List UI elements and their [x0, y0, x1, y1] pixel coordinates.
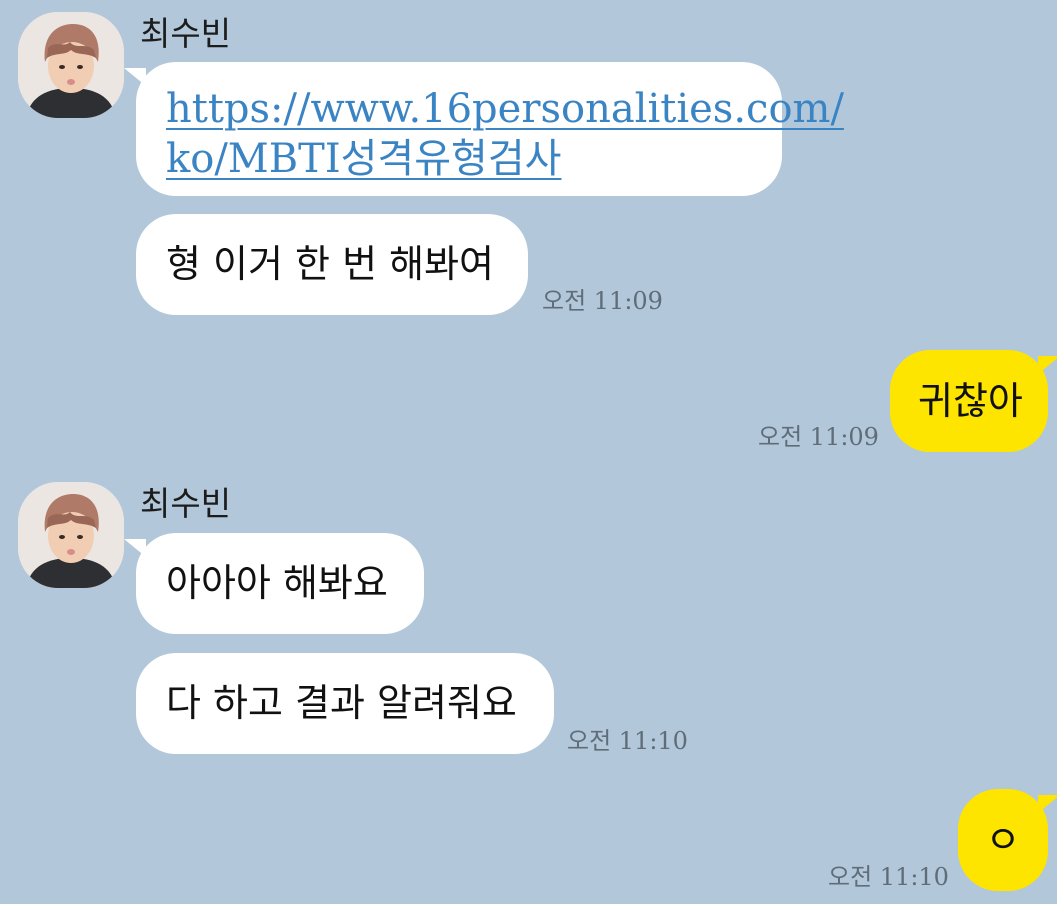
message-text: 아아아 해봐요	[166, 561, 388, 605]
sender-avatar[interactable]	[18, 482, 124, 588]
message-timestamp: 오전 11:10	[828, 863, 949, 891]
my-message-bubble[interactable]: ㅇ	[958, 789, 1057, 891]
message-timestamp: 오전 11:09	[758, 423, 879, 451]
message-text: 다 하고 결과 알려줘요	[166, 681, 517, 725]
message-timestamp: 오전 11:09	[542, 287, 663, 315]
message-text: 형 이거 한 번 해봐여	[166, 242, 494, 286]
bubble-tail	[124, 539, 146, 557]
message-link[interactable]: https://www.16personalities.com/	[166, 84, 844, 134]
my-message-bubble[interactable]: 귀찮아	[890, 350, 1057, 452]
sender-name: 최수빈	[140, 14, 232, 53]
message-timestamp: 오전 11:10	[567, 727, 688, 755]
sender-name: 최수빈	[140, 484, 232, 523]
profile-photo-icon	[18, 12, 124, 118]
bubble-tail	[1038, 795, 1057, 813]
bubble-tail	[1038, 356, 1057, 374]
profile-photo-icon	[18, 482, 124, 588]
bubble-tail	[124, 68, 146, 86]
link-message-bubble[interactable]: https://www.16personalities.com/ ko/MBTI…	[124, 62, 844, 196]
sender-avatar[interactable]	[18, 12, 124, 118]
message-text: 귀찮아	[918, 379, 1023, 423]
message-bubble[interactable]: 다 하고 결과 알려줘요	[136, 653, 554, 754]
message-text: ㅇ	[985, 818, 1021, 862]
message-link-continuation[interactable]: ko/MBTI성격유형검사	[166, 134, 752, 184]
message-bubble[interactable]: 형 이거 한 번 해봐여	[136, 214, 528, 315]
message-bubble[interactable]: 아아아 해봐요	[124, 533, 424, 634]
